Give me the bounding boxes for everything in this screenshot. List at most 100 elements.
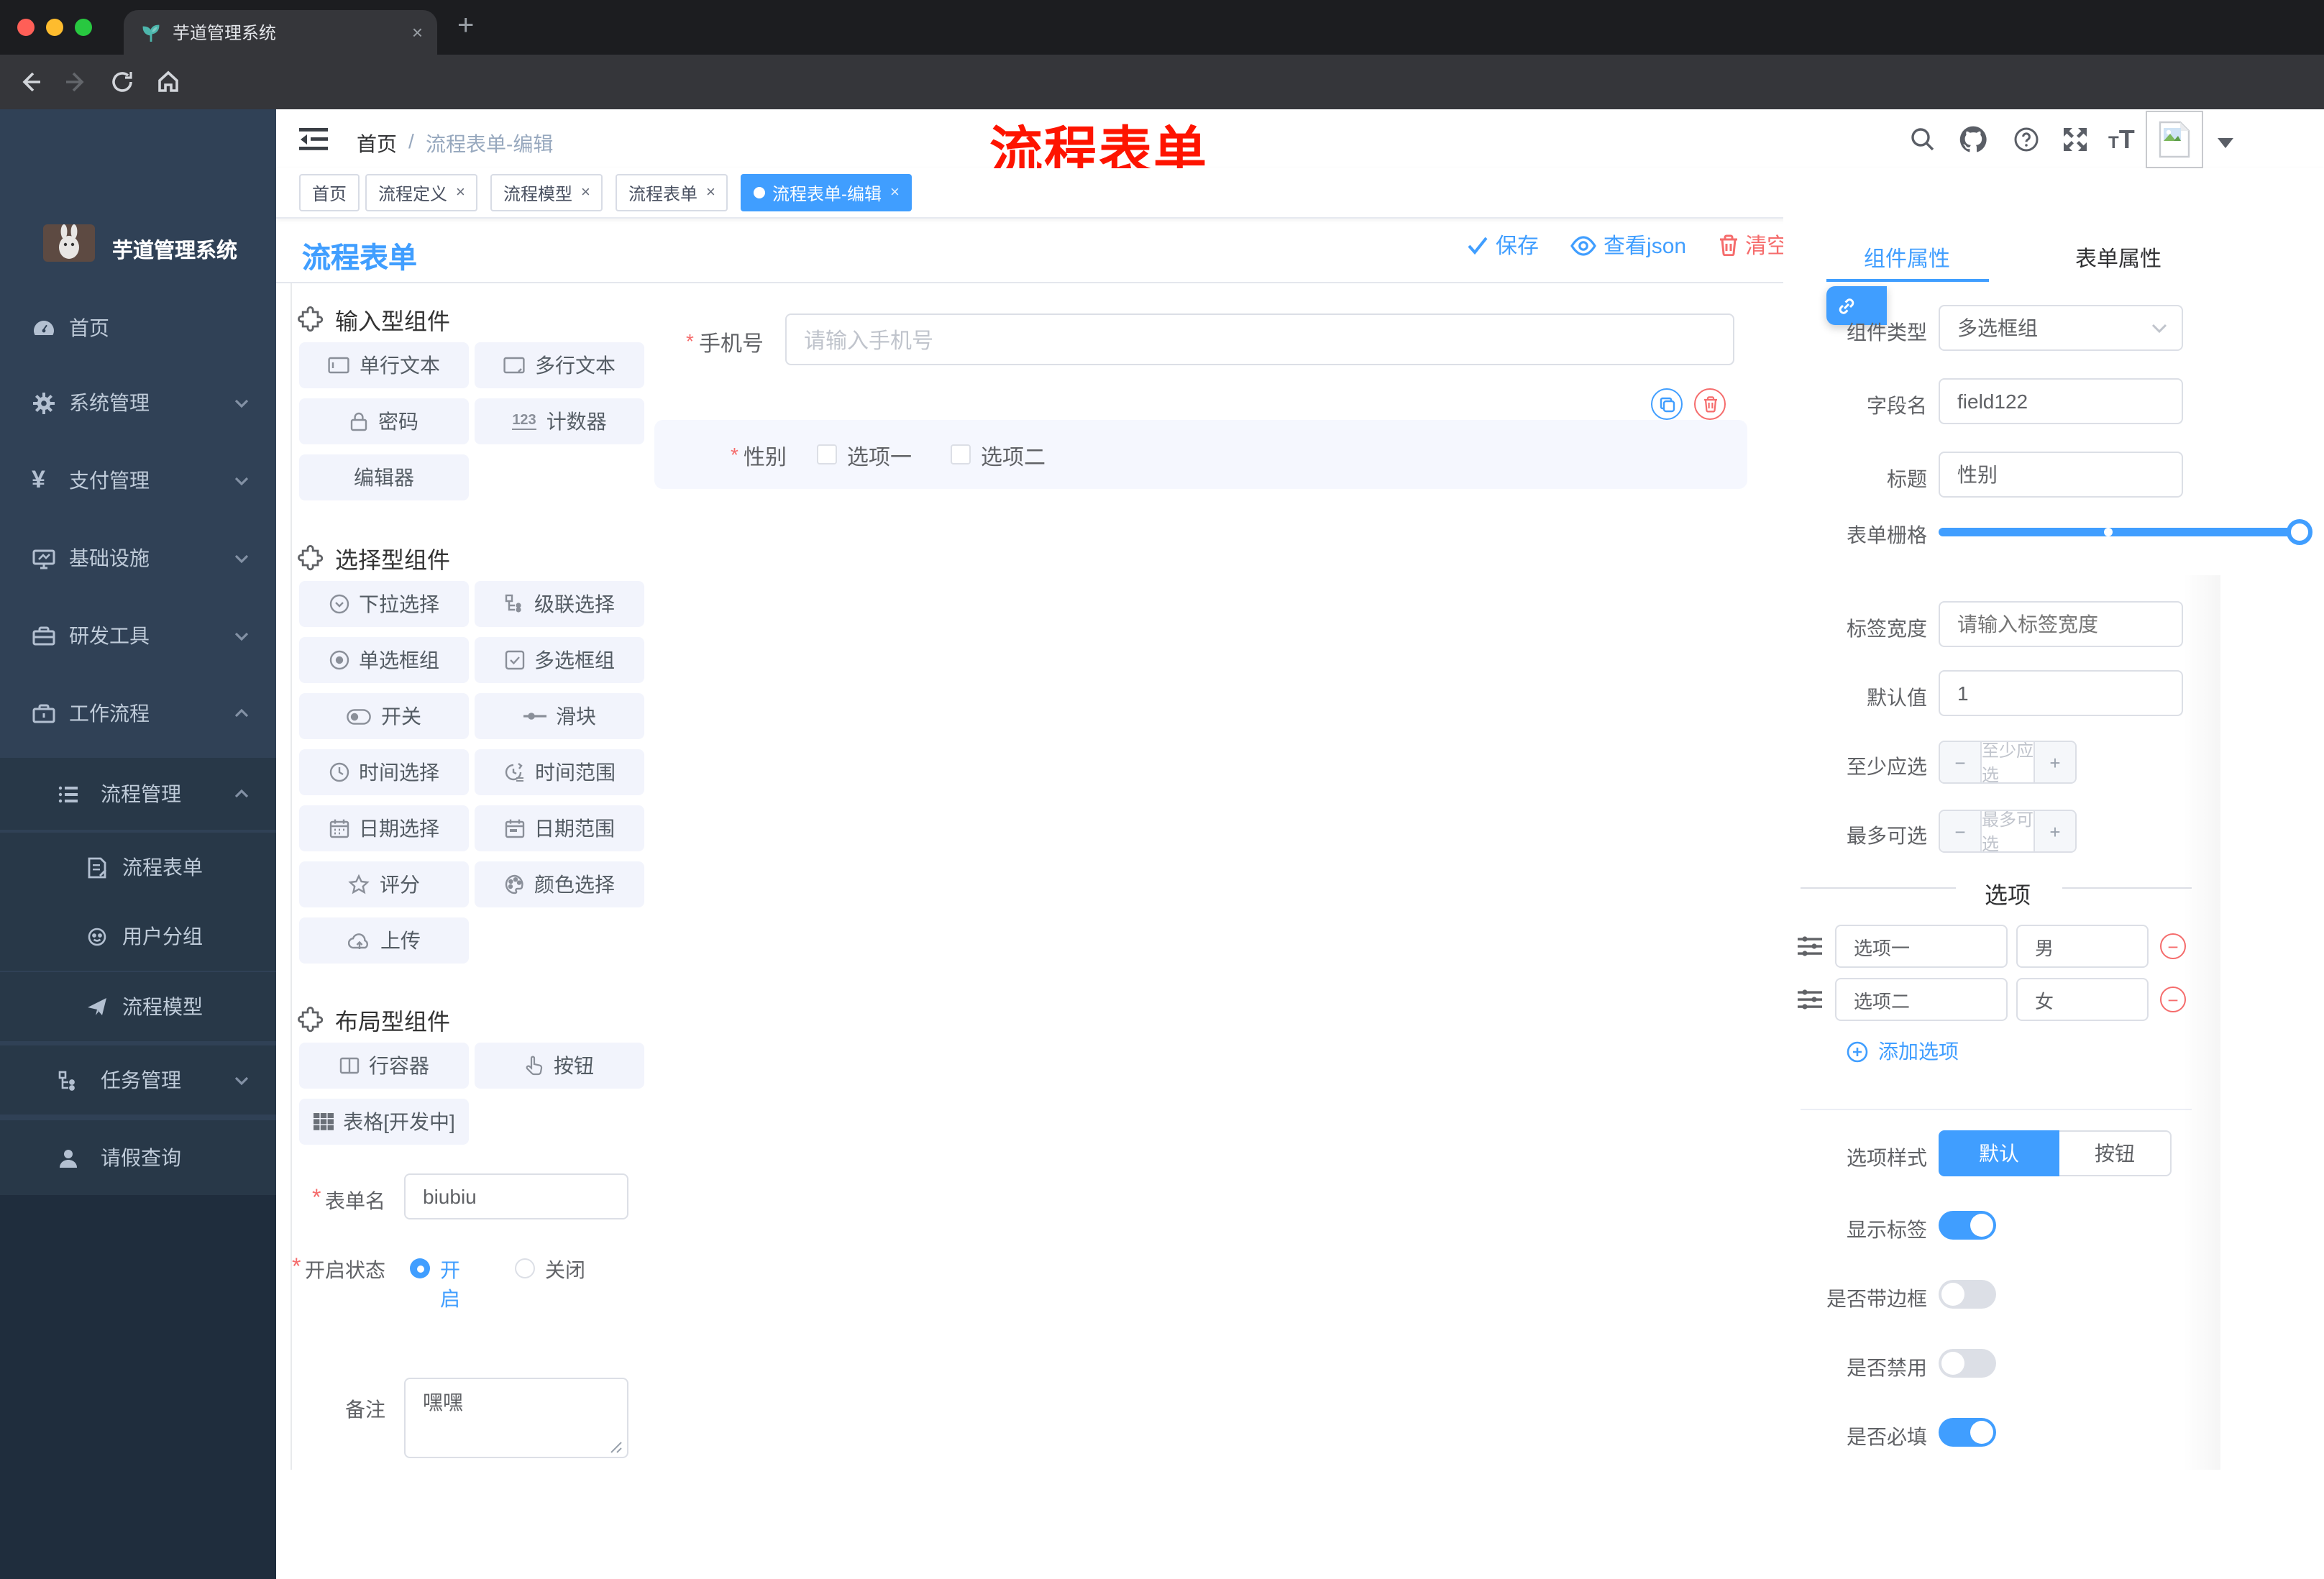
form-remark-textarea[interactable]: 嘿嘿	[404, 1378, 628, 1458]
resize-handle-icon[interactable]	[610, 1441, 623, 1454]
new-tab-icon[interactable]: +	[457, 10, 474, 43]
palette-item-color-picker[interactable]: 颜色选择	[475, 861, 644, 907]
reload-icon[interactable]	[109, 69, 135, 95]
palette-item-slider[interactable]: 滑块	[475, 693, 644, 739]
sidebar-fold-icon[interactable]	[299, 127, 328, 152]
clear-button[interactable]: 清空	[1718, 230, 1788, 260]
gender-option2-checkbox[interactable]	[951, 444, 971, 464]
browser-tab[interactable]: 芋道管理系统 ×	[124, 10, 437, 55]
palette-item-switch[interactable]: 开关	[299, 693, 469, 739]
disabled-toggle[interactable]	[1939, 1349, 1996, 1378]
tab-component-props[interactable]: 组件属性	[1864, 243, 1950, 273]
gender-option1-label[interactable]: 选项一	[847, 441, 912, 472]
add-option-button[interactable]: 添加选项	[1847, 1037, 1959, 1066]
radio-off-label[interactable]: 关闭	[545, 1255, 585, 1284]
sidebar-item-process-mgmt[interactable]: 流程管理	[0, 758, 276, 830]
tag-process-definition[interactable]: 流程定义 ×	[365, 174, 478, 211]
component-type-select[interactable]: 多选框组	[1939, 305, 2183, 351]
tag-process-form-edit[interactable]: 流程表单-编辑 ×	[741, 174, 912, 211]
tab-form-props[interactable]: 表单属性	[2075, 243, 2161, 273]
tag-close-icon[interactable]: ×	[581, 184, 590, 201]
palette-item-table[interactable]: 表格[开发中]	[299, 1099, 469, 1145]
form-canvas[interactable]: * 手机号 请输入手机号 * 性别 选项一 选项二	[647, 283, 1783, 1470]
gender-option1-checkbox[interactable]	[817, 444, 837, 464]
show-label-toggle[interactable]	[1939, 1211, 1996, 1240]
tab-close-icon[interactable]: ×	[412, 22, 423, 43]
tag-close-icon[interactable]: ×	[456, 184, 465, 201]
font-size-icon[interactable]: TT	[2108, 125, 2135, 155]
option2-value-input[interactable]	[2016, 978, 2149, 1021]
palette-item-radio-group[interactable]: 单选框组	[299, 637, 469, 683]
tag-home[interactable]: 首页	[299, 174, 360, 211]
sidebar-item-process-form[interactable]: 流程表单	[0, 833, 276, 902]
palette-item-cascader[interactable]: 级联选择	[475, 581, 644, 627]
breadcrumb-home[interactable]: 首页	[357, 129, 397, 158]
palette-item-editor[interactable]: 编辑器	[299, 454, 469, 500]
traffic-zoom-button[interactable]	[75, 19, 92, 36]
option1-value-input[interactable]	[2016, 925, 2149, 968]
required-toggle[interactable]	[1939, 1418, 1996, 1447]
drag-handle-icon[interactable]	[1798, 935, 1822, 958]
plus-icon[interactable]: +	[2035, 742, 2075, 782]
sidebar-item-process-model[interactable]: 流程模型	[0, 972, 276, 1041]
palette-item-time-picker[interactable]: 时间选择	[299, 749, 469, 795]
border-toggle[interactable]	[1939, 1280, 1996, 1309]
minus-icon[interactable]: −	[1940, 742, 1980, 782]
phone-field-input[interactable]: 请输入手机号	[785, 313, 1734, 365]
palette-item-password[interactable]: 密码	[299, 398, 469, 444]
label-width-input[interactable]	[1939, 601, 2183, 647]
delete-component-button[interactable]	[1694, 388, 1726, 420]
user-avatar[interactable]	[2146, 111, 2203, 168]
option1-label-input[interactable]	[1835, 925, 2008, 968]
sidebar-item-user-group[interactable]: 用户分组	[0, 902, 276, 971]
fullscreen-icon[interactable]	[2062, 127, 2088, 152]
palette-item-rate[interactable]: 评分	[299, 861, 469, 907]
sidebar-item-infra[interactable]: 基础设施	[0, 522, 276, 594]
help-icon[interactable]	[2013, 127, 2039, 152]
traffic-close-button[interactable]	[17, 19, 35, 36]
copy-component-button[interactable]	[1651, 388, 1683, 420]
gender-option2-label[interactable]: 选项二	[981, 441, 1046, 472]
style-button-button[interactable]: 按钮	[2059, 1130, 2172, 1176]
remove-option-icon[interactable]: −	[2160, 933, 2186, 959]
back-icon[interactable]	[17, 69, 43, 95]
max-select-stepper[interactable]: − 最多可选 +	[1939, 810, 2077, 853]
sidebar-item-system[interactable]: 系统管理	[0, 367, 276, 439]
palette-item-textarea[interactable]: 多行文本	[475, 342, 644, 388]
palette-item-counter[interactable]: 123 计数器	[475, 398, 644, 444]
title-input[interactable]	[1939, 452, 2183, 498]
minus-icon[interactable]: −	[1940, 811, 1980, 851]
sidebar-item-task-mgmt[interactable]: 任务管理	[0, 1045, 276, 1115]
drag-handle-icon[interactable]	[1798, 988, 1822, 1011]
radio-on[interactable]	[410, 1258, 430, 1278]
palette-item-single-text[interactable]: 单行文本	[299, 342, 469, 388]
tag-process-form[interactable]: 流程表单 ×	[616, 174, 728, 211]
form-name-input[interactable]	[404, 1173, 628, 1219]
home-icon[interactable]	[155, 69, 181, 95]
palette-item-checkbox-group[interactable]: 多选框组	[475, 637, 644, 683]
avatar-caret-icon[interactable]	[2218, 138, 2233, 150]
palette-item-date-range[interactable]: 日期范围	[475, 805, 644, 851]
forward-icon[interactable]	[63, 69, 89, 95]
traffic-minimize-button[interactable]	[46, 19, 63, 36]
search-icon[interactable]	[1910, 127, 1936, 152]
field-name-input[interactable]	[1939, 378, 2183, 424]
sidebar-item-home[interactable]: 首页	[0, 292, 276, 364]
option2-label-input[interactable]	[1835, 978, 2008, 1021]
sidebar-item-workflow[interactable]: 工作流程	[0, 677, 276, 749]
save-button[interactable]: 保存	[1467, 230, 1539, 260]
slider-handle[interactable]	[2287, 519, 2312, 545]
min-select-stepper[interactable]: − 至少应选 +	[1939, 741, 2077, 784]
radio-off[interactable]	[515, 1258, 535, 1278]
remove-option-icon[interactable]: −	[2160, 987, 2186, 1012]
form-grid-slider-track[interactable]	[1939, 519, 2312, 545]
sidebar-item-devtools[interactable]: 研发工具	[0, 600, 276, 672]
sidebar-item-leave-query[interactable]: 请假查询	[0, 1120, 276, 1195]
tag-close-icon[interactable]: ×	[706, 184, 715, 201]
selected-component-gender[interactable]: * 性别 选项一 选项二	[654, 420, 1747, 489]
style-default-button[interactable]: 默认	[1939, 1130, 2059, 1176]
radio-on-label[interactable]: 开启	[440, 1255, 460, 1313]
palette-item-upload[interactable]: 上传	[299, 917, 469, 964]
tag-close-icon[interactable]: ×	[890, 184, 900, 201]
tag-process-model[interactable]: 流程模型 ×	[490, 174, 603, 211]
